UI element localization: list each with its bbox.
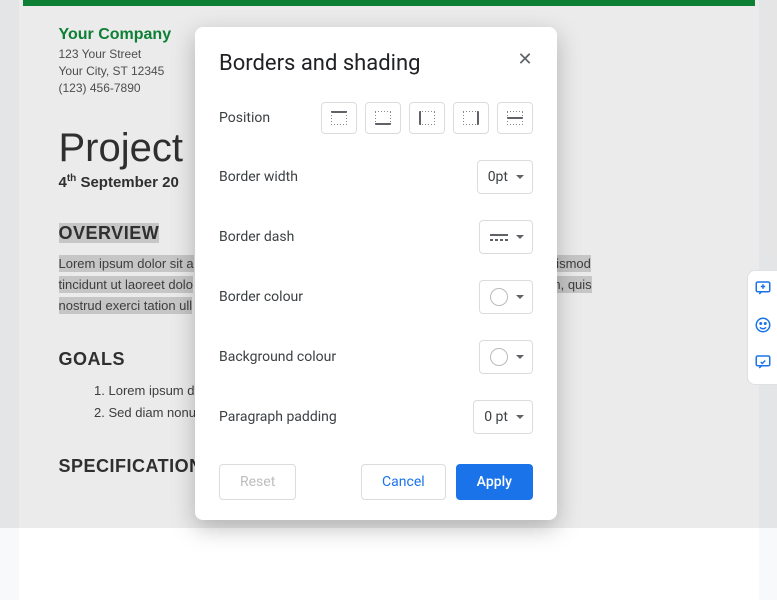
border-colour-row: Border colour — [219, 280, 533, 314]
side-rail — [747, 270, 777, 385]
reset-button[interactable]: Reset — [219, 464, 296, 500]
chevron-down-icon — [516, 355, 524, 359]
border-width-dropdown[interactable]: 0pt — [477, 160, 533, 194]
border-between-button[interactable] — [497, 102, 533, 134]
background-colour-label: Background colour — [219, 349, 336, 365]
apply-button[interactable]: Apply — [456, 464, 533, 500]
chevron-down-icon — [516, 295, 524, 299]
border-dash-dropdown[interactable] — [479, 220, 533, 254]
paragraph-padding-label: Paragraph padding — [219, 409, 337, 425]
chevron-down-icon — [516, 175, 524, 179]
position-button-group — [321, 102, 533, 134]
border-colour-label: Border colour — [219, 289, 303, 305]
border-between-icon — [507, 111, 523, 125]
cancel-button[interactable]: Cancel — [361, 464, 446, 500]
position-row: Position — [219, 102, 533, 134]
border-top-icon — [331, 111, 347, 125]
border-dash-label: Border dash — [219, 229, 294, 245]
border-left-icon — [419, 111, 435, 125]
background-colour-row: Background colour — [219, 340, 533, 374]
border-right-icon — [463, 111, 479, 125]
chevron-down-icon — [516, 415, 524, 419]
chevron-down-icon — [516, 235, 524, 239]
close-button[interactable]: ✕ — [511, 45, 539, 73]
paragraph-padding-row: Paragraph padding 0 pt — [219, 400, 533, 434]
dialog-title: Borders and shading — [219, 51, 533, 76]
borders-shading-dialog: Borders and shading ✕ Position — [195, 27, 557, 520]
close-icon: ✕ — [517, 49, 532, 69]
background-colour-dropdown[interactable] — [479, 340, 533, 374]
border-colour-dropdown[interactable] — [479, 280, 533, 314]
position-label: Position — [219, 110, 270, 126]
border-bottom-icon — [375, 111, 391, 125]
border-dash-row: Border dash — [219, 220, 533, 254]
colour-swatch-icon — [490, 288, 508, 306]
add-comment-icon[interactable] — [754, 279, 772, 302]
dialog-actions: Reset Cancel Apply — [219, 464, 533, 500]
dash-style-icon — [490, 232, 508, 242]
border-bottom-button[interactable] — [365, 102, 401, 134]
border-width-row: Border width 0pt — [219, 160, 533, 194]
border-top-button[interactable] — [321, 102, 357, 134]
paragraph-padding-dropdown[interactable]: 0 pt — [473, 400, 533, 434]
border-width-label: Border width — [219, 169, 298, 185]
paragraph-padding-value: 0 pt — [484, 409, 508, 425]
emoji-icon[interactable] — [754, 316, 772, 339]
suggest-edits-icon[interactable] — [754, 353, 772, 376]
colour-swatch-icon — [490, 348, 508, 366]
border-width-value: 0pt — [488, 169, 508, 185]
border-left-button[interactable] — [409, 102, 445, 134]
border-right-button[interactable] — [453, 102, 489, 134]
